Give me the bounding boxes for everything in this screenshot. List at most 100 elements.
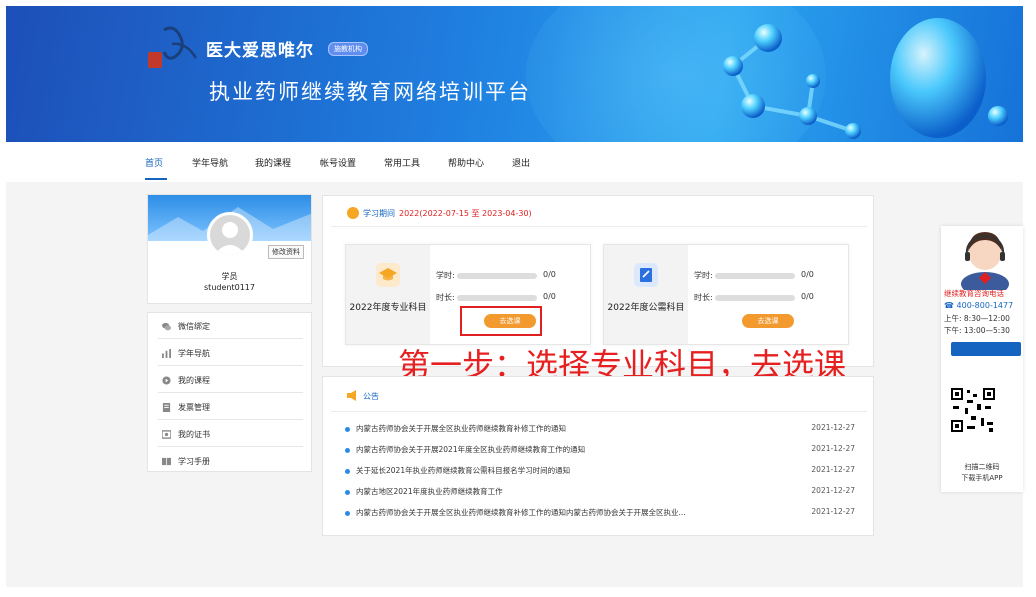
header-banner: 医大爱思唯尔 施教机构 执业药师继续教育网络培训平台 [6, 6, 1023, 142]
highlight-box [460, 306, 542, 336]
hours-am: 上午: 8:30—12:00 [944, 314, 1010, 323]
notice-date: 2021-12-27 [811, 465, 855, 474]
menu-item-my-courses[interactable]: 我的课程 [158, 367, 303, 393]
card-title: 2022年度公需科目 [607, 303, 685, 313]
username: student0117 [204, 283, 255, 292]
notice-title[interactable]: 内蒙古药师协会关于开展2021年度全区执业药师继续教育工作的通知 [356, 444, 776, 455]
institution-badge: 施教机构 [328, 42, 368, 56]
menu-item-year-guide[interactable]: 学年导航 [158, 340, 303, 366]
wechat-icon [162, 322, 171, 331]
nav-help-center[interactable]: 帮助中心 [448, 156, 484, 169]
notice-item[interactable]: 关于延长2021年执业药师继续教育公需科目报名学习时间的通知 2021-12-27 [345, 465, 855, 477]
invoice-icon [162, 403, 171, 412]
phone-icon: ☎ [944, 301, 957, 310]
hours-value: 0/0 [543, 270, 556, 279]
main-nav: 首页 学年导航 我的课程 帐号设置 常用工具 帮助中心 退出 [0, 142, 1036, 182]
nav-account-settings[interactable]: 帐号设置 [320, 156, 356, 169]
hours-label: 学时: [694, 271, 713, 280]
study-heading-label: 学习期间 [363, 209, 395, 218]
notice-item[interactable]: 内蒙古药师协会关于开展全区执业药师继续教育补修工作的通知内蒙古药师协会关于开展全… [345, 507, 855, 519]
profile-card: 修改资料 学员 student0117 [147, 194, 312, 304]
avatar[interactable] [207, 212, 253, 258]
hours-value: 0/0 [801, 270, 814, 279]
hours-progress-bar [457, 273, 537, 279]
duration-value: 0/0 [801, 292, 814, 301]
menu-item-wechat[interactable]: 微信绑定 [158, 313, 303, 339]
menu-item-label: 学习手册 [178, 457, 210, 466]
notice-date: 2021-12-27 [811, 486, 855, 495]
duration-value: 0/0 [543, 292, 556, 301]
notice-panel: 公告 内蒙古药师协会关于开展全区执业药师继续教育补修工作的通知 2021-12-2… [322, 376, 874, 536]
course-icon [162, 376, 171, 385]
notice-item[interactable]: 内蒙古地区2021年度执业药师继续教育工作 2021-12-27 [345, 486, 855, 498]
menu-item-label: 微信绑定 [178, 322, 210, 331]
graduation-cap-icon [376, 263, 400, 287]
menu-item-invoice[interactable]: 发票管理 [158, 394, 303, 420]
hotline-title: 继续教育咨询电话 [944, 289, 1004, 298]
certificate-icon [162, 430, 171, 439]
menu-item-manual[interactable]: 学习手册 [158, 448, 303, 474]
phone-number: 400-800-1477 [956, 301, 1014, 310]
course-card-public: 2022年度公需科目 学时: 0/0 时长: 0/0 去选课 [603, 244, 849, 345]
customer-service-agent-icon [961, 232, 1009, 290]
speaker-icon [347, 390, 356, 401]
duration-progress-bar [715, 295, 795, 301]
qr-code-icon [949, 386, 997, 434]
user-role: 学员 [221, 272, 238, 281]
divider [331, 226, 867, 227]
duration-label: 时长: [694, 293, 713, 302]
card-title: 2022年度专业科目 [349, 303, 427, 313]
menu-item-label: 学年导航 [178, 349, 210, 358]
manual-icon [162, 457, 171, 466]
molecule-decoration [723, 18, 1008, 139]
divider [331, 411, 867, 412]
study-period-heading: 学习期间 2022(2022-07-15 至 2023-04-30) [363, 208, 532, 219]
menu-item-label: 我的课程 [178, 376, 210, 385]
notice-date: 2021-12-27 [811, 507, 855, 516]
menu-item-label: 发票管理 [178, 403, 210, 412]
edit-profile-button[interactable]: 修改资料 [268, 245, 304, 259]
bullet [345, 511, 350, 516]
clock-icon [347, 207, 359, 219]
menu-item-label: 我的证书 [178, 430, 210, 439]
edit-note-icon [634, 263, 658, 287]
duration-label: 时长: [436, 293, 455, 302]
hours-label: 学时: [436, 271, 455, 280]
nav-my-courses[interactable]: 我的课程 [255, 156, 291, 169]
menu-item-certificate[interactable]: 我的证书 [158, 421, 303, 447]
platform-title: 执业药师继续教育网络培训平台 [209, 80, 531, 104]
notice-title[interactable]: 内蒙古地区2021年度执业药师继续教育工作 [356, 486, 776, 497]
notice-title[interactable]: 关于延长2021年执业药师继续教育公需科目报名学习时间的通知 [356, 465, 776, 476]
notice-heading: 公告 [363, 392, 379, 401]
select-course-button[interactable]: 去选课 [742, 314, 794, 328]
download-app-text: 下载手机APP [961, 474, 1003, 482]
notice-item[interactable]: 内蒙古药师协会关于开展2021年度全区执业药师继续教育工作的通知 2021-12-… [345, 444, 855, 456]
duration-progress-bar [457, 295, 537, 301]
user-silhouette-icon [214, 222, 246, 255]
hours-progress-bar [715, 273, 795, 279]
nav-home[interactable]: 首页 [145, 156, 163, 169]
notice-item[interactable]: 内蒙古药师协会关于开展全区执业药师继续教育补修工作的通知 2021-12-27 [345, 423, 855, 435]
notice-title[interactable]: 内蒙古药师协会关于开展全区执业药师继续教育补修工作的通知 [356, 423, 776, 434]
bullet [345, 490, 350, 495]
notice-date: 2021-12-27 [811, 423, 855, 432]
scan-qr-text: 扫描二维码 [964, 463, 1000, 471]
online-consult-button[interactable] [951, 342, 1021, 356]
nav-year-guide[interactable]: 学年导航 [192, 156, 228, 169]
card-left-panel [346, 245, 430, 344]
nav-logout[interactable]: 退出 [512, 156, 530, 169]
chart-icon [162, 349, 171, 358]
study-period-range: 2022(2022-07-15 至 2023-04-30) [399, 209, 532, 218]
card-left-panel [604, 245, 688, 344]
notice-date: 2021-12-27 [811, 444, 855, 453]
hotline-phone: ☎ 400-800-1477 [944, 301, 1013, 310]
side-menu: 微信绑定 学年导航 我的课程 发票管理 我的证书 学习手册 [147, 312, 312, 472]
nav-active-indicator [145, 178, 167, 180]
brand-name: 医大爱思唯尔 [206, 41, 314, 61]
support-widget: 继续教育咨询电话 ☎ 400-800-1477 上午: 8:30—12:00 下… [941, 226, 1023, 492]
nav-tools[interactable]: 常用工具 [384, 156, 420, 169]
logo-icon [148, 26, 198, 68]
bullet [345, 469, 350, 474]
bullet [345, 427, 350, 432]
notice-title[interactable]: 内蒙古药师协会关于开展全区执业药师继续教育补修工作的通知内蒙古药师协会关于开展全… [356, 507, 776, 518]
